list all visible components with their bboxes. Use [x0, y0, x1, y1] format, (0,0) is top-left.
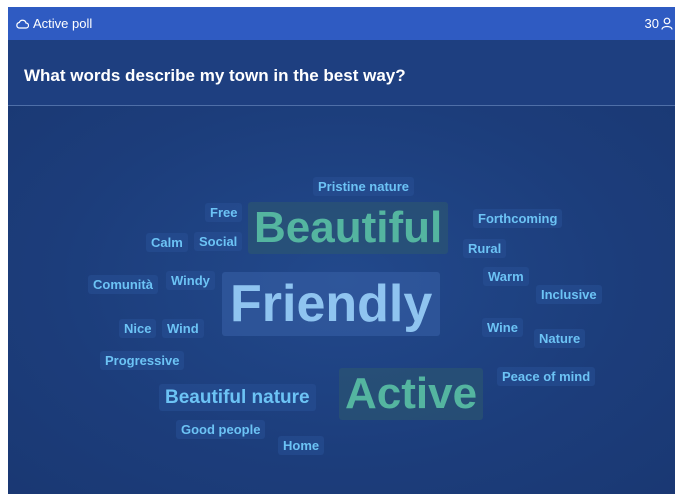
people-icon	[661, 17, 673, 30]
word-warm: Warm	[483, 267, 529, 286]
word-beautiful-nature: Beautiful nature	[159, 384, 316, 411]
poll-status-label: Active poll	[33, 16, 93, 31]
word-peace-of-mind: Peace of mind	[497, 367, 596, 386]
top-bar: Active poll 30	[8, 7, 675, 40]
word-free: Free	[205, 203, 243, 222]
word-progressive: Progressive	[100, 351, 185, 370]
word-beautiful: Beautiful	[248, 202, 449, 254]
cloud-icon	[16, 19, 29, 29]
word-good-people: Good people	[176, 420, 266, 439]
word-forthcoming: Forthcoming	[473, 209, 563, 228]
poll-status: Active poll	[16, 16, 92, 31]
word-friendly: Friendly	[222, 272, 441, 336]
participant-count: 30	[645, 16, 673, 31]
word-calm: Calm	[146, 233, 188, 252]
word-active: Active	[339, 368, 484, 420]
word-rural: Rural	[463, 239, 507, 258]
word-nice: Nice	[119, 319, 157, 338]
word-inclusive: Inclusive	[536, 285, 602, 304]
word-pristine-nature: Pristine nature	[313, 177, 415, 196]
participant-count-value: 30	[644, 16, 659, 31]
word-social: Social	[194, 232, 243, 251]
word-comunita: Comunità	[88, 275, 158, 294]
word-windy: Windy	[166, 271, 215, 290]
question-bar: What words describe my town in the best …	[8, 40, 675, 106]
poll-frame: Active poll 30 What words describe my to…	[8, 7, 675, 494]
word-home: Home	[278, 436, 325, 455]
question-title: What words describe my town in the best …	[24, 66, 406, 85]
word-nature: Nature	[534, 329, 586, 348]
word-wind: Wind	[162, 319, 204, 338]
word-cloud: Pristine nature Free Beautiful Forthcomi…	[8, 106, 675, 494]
word-wine: Wine	[482, 318, 523, 337]
